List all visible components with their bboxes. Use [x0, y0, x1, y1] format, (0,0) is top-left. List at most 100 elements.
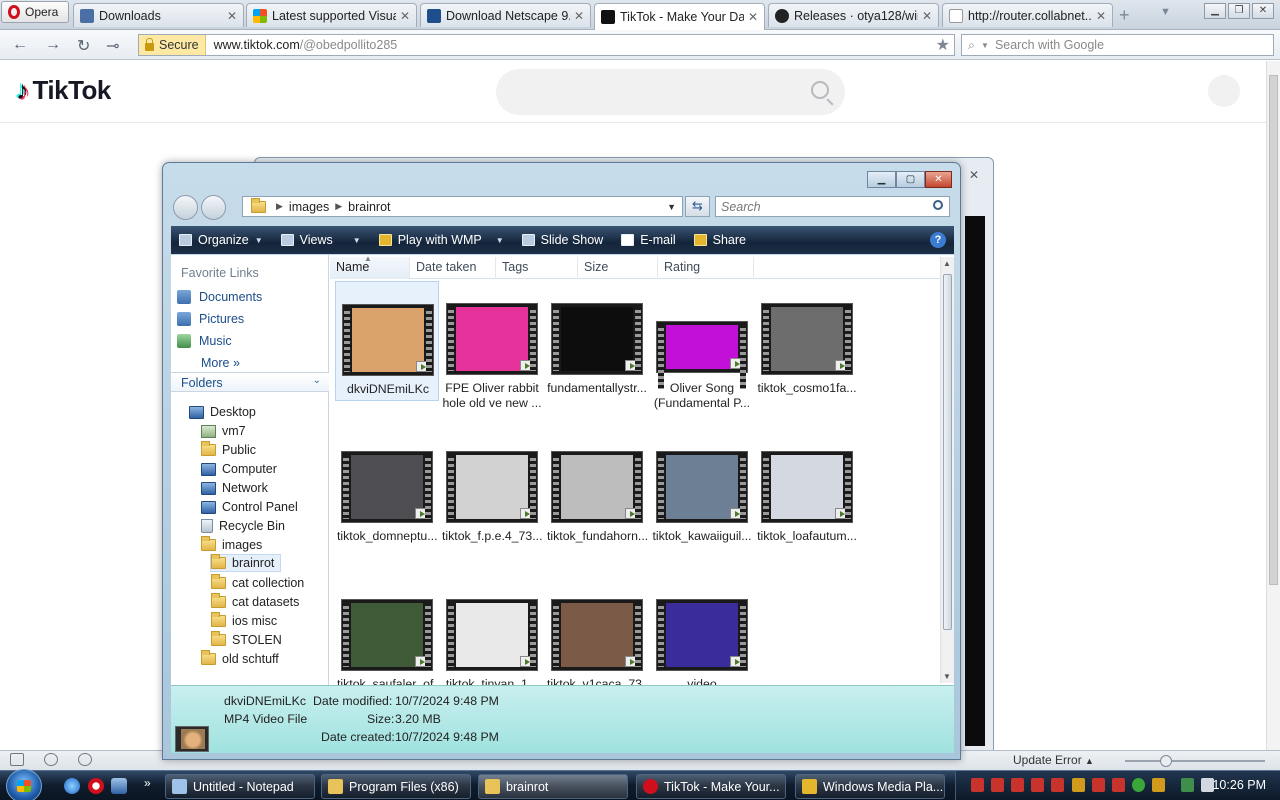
close-icon[interactable]: ✕ [1252, 3, 1274, 19]
help-icon[interactable]: ? [930, 232, 946, 248]
tray-lav-icon[interactable] [1112, 778, 1125, 792]
google-search-field[interactable]: ⌕ ▼ Search with Google [961, 34, 1274, 56]
tree-item-cat-collection[interactable]: cat collection [211, 574, 310, 592]
tree-item-brainrot[interactable]: brainrot [210, 554, 282, 572]
close-tab-icon[interactable]: ✕ [574, 9, 584, 23]
file-tile[interactable]: tiktok_kawaiiguil... [650, 429, 754, 549]
tree-item-cat-datasets[interactable]: cat datasets [211, 593, 305, 611]
file-tile[interactable]: tiktok_tinyan_1... [440, 577, 544, 697]
close-tab-icon[interactable]: ✕ [922, 9, 932, 23]
explorer-address-bar[interactable]: ▶ images ▶ brainrot ▼ [242, 196, 683, 217]
close-tab-icon[interactable]: ✕ [1096, 9, 1106, 23]
tab-router[interactable]: http://router.collabnet.... ✕ [942, 3, 1113, 27]
views-button[interactable]: Views ▼ [280, 233, 361, 247]
more-links[interactable]: More » [201, 356, 240, 370]
tab-list-chevron-down-icon[interactable]: ▼ [1160, 6, 1171, 18]
favorite-pictures[interactable]: Pictures [177, 312, 244, 326]
taskbar-button-brainrot[interactable]: brainrot [478, 774, 628, 799]
tray-shield-icon[interactable] [1072, 778, 1085, 792]
scrollbar-thumb[interactable] [1269, 75, 1278, 585]
update-error-status[interactable]: Update Error ▲ [1013, 753, 1094, 767]
clock[interactable]: 10:26 PM [1212, 778, 1266, 792]
share-button[interactable]: Share [693, 233, 746, 247]
tray-app-icon[interactable] [1152, 778, 1165, 792]
tray-lav-icon[interactable] [1092, 778, 1105, 792]
file-tile[interactable]: tiktok_f.p.e.4_73... [440, 429, 544, 549]
maximize-icon[interactable]: ▢ [896, 171, 925, 188]
chevron-right-icon[interactable]: ▶ [335, 201, 342, 212]
folders-heading[interactable]: Folders ⌄ [171, 372, 329, 392]
panel-toggle-icon[interactable] [10, 753, 24, 766]
tab-netscape[interactable]: Download Netscape 9.... ✕ [420, 3, 591, 27]
page-scrollbar[interactable] [1266, 61, 1280, 751]
address-chevron-down-icon[interactable]: ▼ [667, 202, 676, 212]
avatar[interactable] [1208, 75, 1240, 107]
file-tile[interactable]: tiktok_fundahorn... [545, 429, 649, 549]
tree-item-old-schtuff[interactable]: old schtuff [201, 650, 285, 668]
key-icon[interactable]: ⊸ [106, 36, 119, 56]
tray-lav-icon[interactable] [1011, 778, 1024, 792]
file-tile[interactable]: tiktok_cosmo1fa... [755, 281, 859, 401]
tray-lav-icon[interactable] [991, 778, 1004, 792]
network-icon[interactable] [1181, 778, 1194, 792]
column-rating[interactable]: Rating [658, 257, 754, 279]
file-tile[interactable]: dkviDNEmiLKc [335, 281, 439, 401]
tree-item-computer[interactable]: Computer [201, 460, 283, 478]
zoom-slider[interactable] [1125, 760, 1265, 762]
tree-item-stolen[interactable]: STOLEN [211, 631, 288, 649]
taskbar-button-tiktok-opera[interactable]: TikTok - Make Your... [636, 774, 786, 799]
tree-item-recycle-bin[interactable]: Recycle Bin [201, 517, 291, 535]
close-tab-icon[interactable]: ✕ [400, 9, 410, 23]
minimize-icon[interactable]: ▁ [867, 171, 896, 188]
file-tile[interactable]: fundamentallystr... [545, 281, 649, 401]
tree-item-public[interactable]: Public [201, 441, 262, 459]
tree-item-ios-misc[interactable]: ios misc [211, 612, 283, 630]
tray-lav-icon[interactable] [1051, 778, 1064, 792]
reload-icon[interactable]: ↻ [77, 36, 90, 56]
forward-button[interactable] [201, 195, 226, 220]
file-tile[interactable]: tiktok_loafautum... [755, 429, 859, 549]
file-tile[interactable]: tiktok_v1caca_73... [545, 577, 649, 697]
tab-downloads[interactable]: Downloads ✕ [73, 3, 244, 27]
opera-menu-button[interactable]: Opera [1, 1, 69, 23]
tree-item-desktop[interactable]: Desktop [189, 403, 262, 421]
taskbar-button-program-files[interactable]: Program Files (x86) [321, 774, 471, 799]
speed-dial-icon[interactable] [78, 753, 92, 766]
file-tile[interactable]: video [650, 577, 754, 697]
zoom-slider-handle[interactable] [1160, 755, 1172, 767]
opera-icon[interactable] [88, 778, 104, 794]
start-button[interactable] [6, 769, 42, 800]
taskbar-button-notepad[interactable]: Untitled - Notepad [165, 774, 315, 799]
tray-lav-icon[interactable] [1031, 778, 1044, 792]
search-engine-chevron-down-icon[interactable]: ▼ [981, 41, 989, 50]
close-icon[interactable]: ✕ [969, 168, 979, 182]
back-arrow-icon[interactable]: ← [12, 36, 28, 54]
internet-explorer-icon[interactable] [64, 778, 80, 794]
close-icon[interactable]: ✕ [925, 171, 952, 188]
tree-item-network[interactable]: Network [201, 479, 274, 497]
bookmark-star-icon[interactable]: ★ [936, 35, 954, 55]
column-size[interactable]: Size [578, 257, 658, 279]
search-icon[interactable] [811, 81, 829, 99]
scroll-down-icon[interactable]: ▼ [943, 672, 951, 681]
chevron-right-icon[interactable]: ▶ [276, 201, 283, 212]
file-tile[interactable]: FPE Oliver rabbit hole old ve new ... [440, 281, 544, 410]
search-icon[interactable] [933, 200, 943, 210]
cloud-icon[interactable] [44, 753, 58, 766]
close-tab-icon[interactable]: ✕ [227, 9, 237, 23]
favorite-documents[interactable]: Documents [177, 290, 262, 304]
breadcrumb-images[interactable]: images [289, 200, 329, 214]
tray-app-icon[interactable] [1132, 778, 1145, 792]
column-date-taken[interactable]: Date taken [410, 257, 496, 279]
tree-item-vm7[interactable]: vm7 [201, 422, 252, 440]
tree-item-control-panel[interactable]: Control Panel [201, 498, 304, 516]
chevron-down-icon[interactable]: ⌄ [313, 375, 321, 386]
url-field[interactable]: Secure www.tiktok.com/@obedpollito285 ★ [138, 34, 955, 56]
taskbar-button-windows-media-player[interactable]: Windows Media Pla... [795, 774, 945, 799]
quick-launch-more-icon[interactable]: » [144, 776, 151, 790]
column-name[interactable]: ▲ Name [330, 254, 410, 279]
minimize-icon[interactable]: ▁ [1204, 3, 1226, 19]
file-tile[interactable]: tiktok_saufaler_of... [335, 577, 439, 697]
file-tile[interactable]: tiktok_domneptu... [335, 429, 439, 549]
tab-tiktok[interactable]: TikTok - Make Your Day ✕ [594, 3, 765, 30]
